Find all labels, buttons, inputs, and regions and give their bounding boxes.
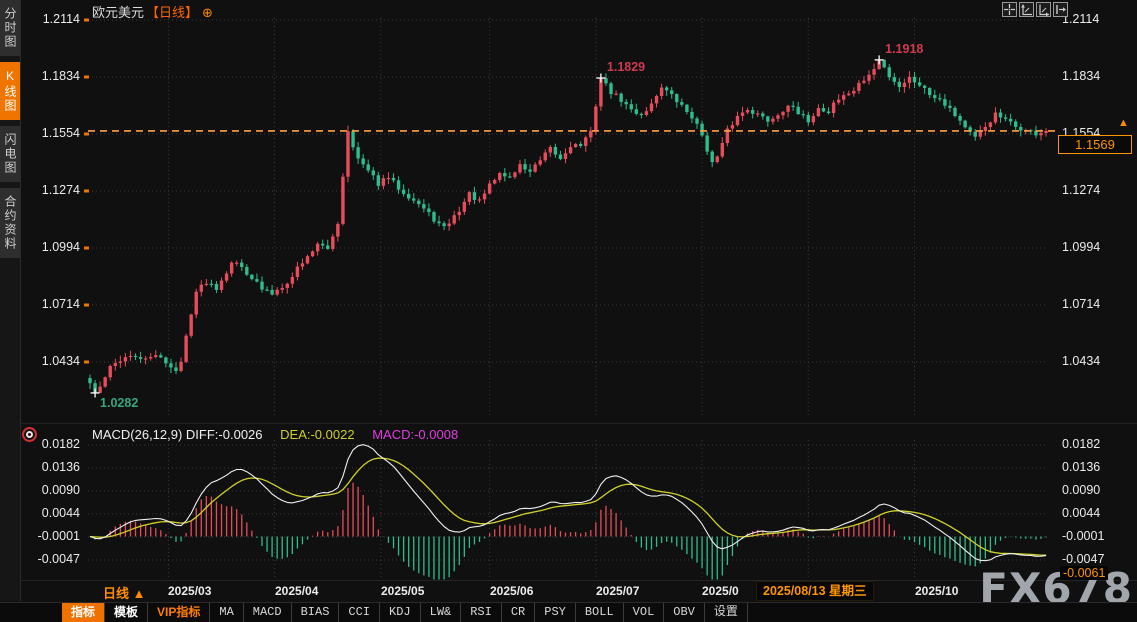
period-tag: 【日线】 bbox=[146, 5, 198, 20]
toolbar-tab-macd[interactable]: MACD bbox=[244, 603, 292, 622]
scale-x-axis-icon[interactable] bbox=[1036, 2, 1051, 17]
sidebar-item-contract-info[interactable]: 合约资料 bbox=[0, 188, 20, 258]
macd-last-value-label: -0.0061 bbox=[1060, 566, 1108, 580]
title-bar: 欧元美元【日线】 ⊕ bbox=[92, 2, 213, 21]
toolbar-tab-rsi[interactable]: RSI bbox=[461, 603, 502, 622]
toolbar-tab-bias[interactable]: BIAS bbox=[292, 603, 340, 622]
chevron-up-icon: ▲ bbox=[133, 586, 146, 601]
toolbar-tab-template[interactable]: 模板 bbox=[105, 603, 148, 622]
toolbar-tab-cci[interactable]: CCI bbox=[339, 603, 380, 622]
indicator-settings-icon[interactable] bbox=[22, 427, 37, 442]
price-marker-arrow-icon: ▲ bbox=[1118, 117, 1129, 129]
crosshair-icon[interactable] bbox=[1002, 2, 1017, 17]
toolbar-tab-kdj[interactable]: KDJ bbox=[380, 603, 421, 622]
chart-type-sidebar: 分时图 K线图闪电图合约资料 bbox=[0, 0, 21, 601]
scale-y-axis-icon[interactable] bbox=[1019, 2, 1034, 17]
toolbar-tab-vol[interactable]: VOL bbox=[624, 603, 665, 622]
sidebar-item-time-share-chart[interactable]: 分时图 bbox=[0, 0, 20, 56]
chart-tool-buttons bbox=[1002, 2, 1068, 17]
go-to-latest-icon[interactable] bbox=[1053, 2, 1068, 17]
last-price-label: 1.1569 bbox=[1058, 135, 1132, 154]
candlestick-chart-canvas[interactable] bbox=[0, 0, 1137, 622]
sidebar-item-lightning-chart[interactable]: 闪电图 bbox=[0, 126, 20, 182]
date-tooltip: 2025/08/13 星期三 bbox=[756, 581, 874, 601]
toolbar-tab-obv[interactable]: OBV bbox=[664, 603, 705, 622]
panel-divider bbox=[0, 423, 1137, 424]
sidebar-item-candle-chart[interactable]: K线图 bbox=[0, 62, 20, 120]
toolbar-tab-boll[interactable]: BOLL bbox=[576, 603, 624, 622]
toolbar-tab-indicator[interactable]: 指标 bbox=[62, 603, 105, 622]
macd-dea-value: DEA:-0.0022 bbox=[280, 427, 354, 442]
toolbar-tab-ma[interactable]: MA bbox=[210, 603, 243, 622]
macd-header: MACD(26,12,9) DIFF:-0.0026 DEA:-0.0022 M… bbox=[92, 427, 458, 442]
axis-divider bbox=[0, 580, 1137, 581]
period-selector[interactable]: 日线 ▲ bbox=[103, 583, 146, 602]
indicator-toolbar: 指标模板VIP指标MAMACDBIASCCIKDJLW&RSICRPSYBOLL… bbox=[0, 602, 1137, 622]
toolbar-tab-settings[interactable]: 设置 bbox=[705, 603, 748, 622]
charting-app: 分时图K线图闪电图合约资料 欧元美元【日线】⊕ 1.21141.21141.18… bbox=[0, 0, 1137, 622]
symbol-title: 欧元美元 bbox=[92, 5, 144, 20]
toolbar-tab-vip-indicator[interactable]: VIP指标 bbox=[148, 603, 210, 622]
toolbar-tab-cr[interactable]: CR bbox=[502, 603, 535, 622]
macd-diff-value: MACD(26,12,9) DIFF:-0.0026 bbox=[92, 427, 263, 442]
toolbar-tab-psy[interactable]: PSY bbox=[535, 603, 576, 622]
add-indicator-icon[interactable]: ⊕ bbox=[202, 5, 213, 20]
toolbar-tab-lwr[interactable]: LW& bbox=[421, 603, 462, 622]
macd-bar-value: MACD:-0.0008 bbox=[372, 427, 458, 442]
